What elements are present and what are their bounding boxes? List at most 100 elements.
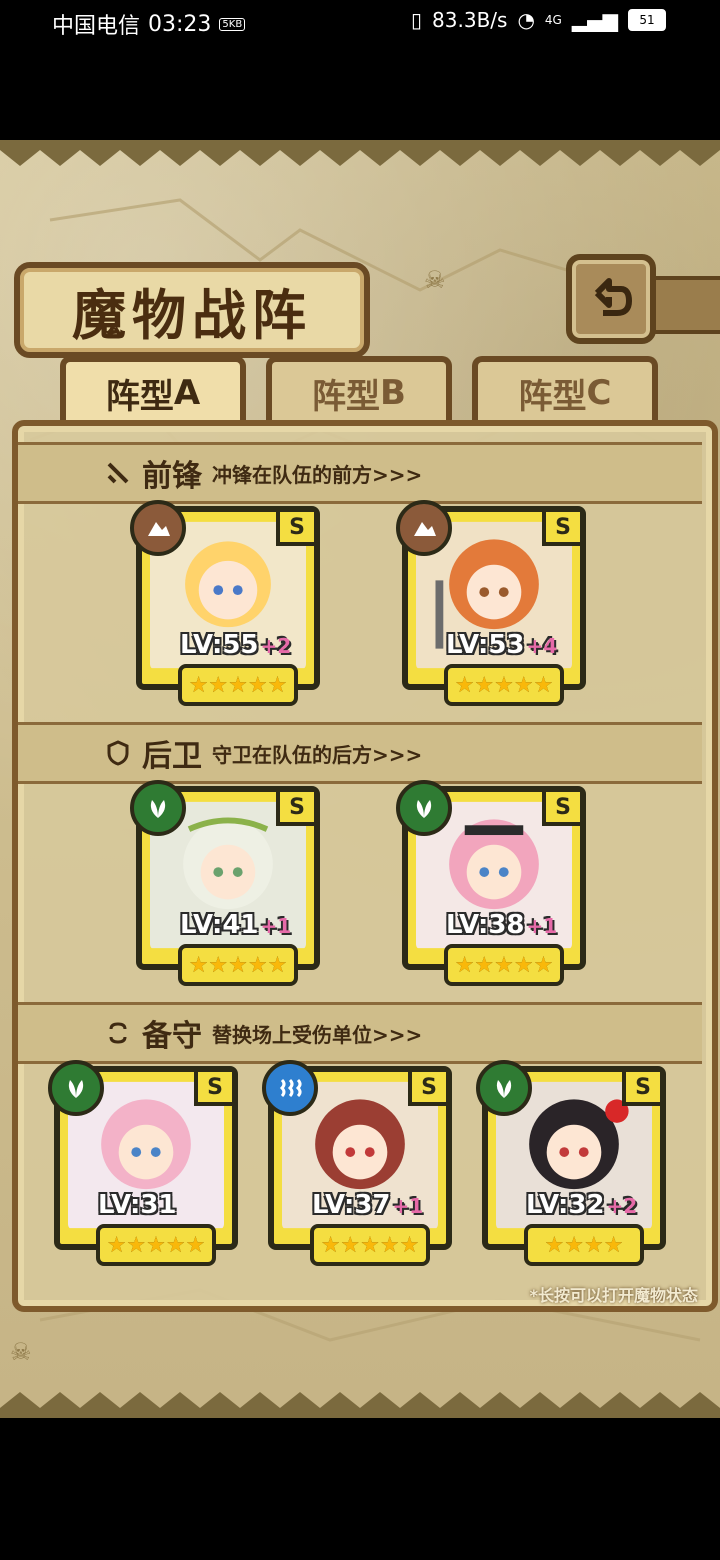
stars-value: ★★★★★ bbox=[188, 672, 288, 698]
svg-text:☠: ☠ bbox=[424, 266, 446, 294]
star-rating: ★★★★★ bbox=[178, 664, 298, 706]
rank-badge: S bbox=[276, 792, 314, 826]
monster-card-reserve-1[interactable]: S LV:31 ★★★★★ bbox=[48, 1060, 238, 1266]
star-rating: ★★★★★ bbox=[444, 664, 564, 706]
stars-value: ★★★★★ bbox=[454, 672, 554, 698]
tab-letter: A bbox=[173, 373, 201, 413]
stars-value: ★★★★★ bbox=[188, 952, 288, 978]
rank-badge: S bbox=[542, 792, 580, 826]
section-desc-back: 守卫在队伍的后方>>> bbox=[212, 742, 423, 767]
tab-letter: B bbox=[380, 373, 406, 413]
section-header-front: 前锋 冲锋在队伍的前方>>> bbox=[18, 442, 702, 504]
net-speed-text: 83.3B/s bbox=[432, 8, 508, 32]
status-left: 中国电信 03:23 5KB bbox=[52, 8, 246, 40]
zigzag-top bbox=[0, 140, 720, 166]
stars-value: ★★★★★ bbox=[454, 952, 554, 978]
long-press-hint: *长按可以打开魔物状态 bbox=[529, 1286, 698, 1305]
section-title-back: 后卫 bbox=[142, 739, 202, 774]
level-value: LV:38 bbox=[446, 910, 525, 940]
section-desc-reserve: 替换场上受伤单位>>> bbox=[212, 1022, 423, 1047]
level-label: LV:41 +1 bbox=[180, 910, 291, 940]
tab-formation-c[interactable]: 阵型 C bbox=[472, 356, 658, 424]
speed-unit-badge: 5KB bbox=[219, 17, 246, 31]
signal-icon: ▂▄▆ bbox=[571, 8, 618, 32]
clock-text: 03:23 bbox=[148, 11, 212, 37]
monster-card-front-2[interactable]: S LV:53 +4 ★★★★★ bbox=[396, 500, 586, 706]
tab-label: 阵型 bbox=[312, 376, 381, 417]
level-plus: +1 bbox=[526, 914, 558, 938]
game-screen: ☠ ☠ 魔物战阵 阵型 A 阵型 B 阵型 C 前锋 冲锋在队伍的前方>>> 后… bbox=[0, 140, 720, 1418]
monster-card-front-1[interactable]: S LV:55 +2 ★★★★★ bbox=[130, 500, 320, 706]
star-rating: ★★★★★ bbox=[444, 944, 564, 986]
level-value: LV:53 bbox=[446, 630, 525, 660]
swap-icon bbox=[104, 1019, 132, 1047]
level-value: LV:32 bbox=[526, 1190, 605, 1220]
monster-card-back-2[interactable]: S LV:38 +1 ★★★★★ bbox=[396, 780, 586, 986]
rank-badge: S bbox=[408, 1072, 446, 1106]
section-header-reserve: 备守 替换场上受伤单位>>> bbox=[18, 1002, 702, 1064]
star-rating: ★★★★★ bbox=[178, 944, 298, 986]
tab-letter: C bbox=[586, 373, 612, 413]
sword-icon bbox=[104, 459, 132, 487]
wood-element-icon bbox=[476, 1060, 532, 1116]
rank-badge: S bbox=[194, 1072, 232, 1106]
level-label: LV:38 +1 bbox=[446, 910, 557, 940]
level-value: LV:31 bbox=[98, 1190, 177, 1220]
level-plus: +1 bbox=[260, 914, 292, 938]
wood-element-icon bbox=[48, 1060, 104, 1116]
stars-value: ★★★★ bbox=[544, 1232, 624, 1258]
section-title-front: 前锋 bbox=[142, 459, 202, 494]
level-plus: +2 bbox=[606, 1194, 638, 1218]
star-rating: ★★★★★ bbox=[310, 1224, 430, 1266]
monster-card-reserve-2[interactable]: S LV:37 +1 ★★★★★ bbox=[262, 1060, 452, 1266]
stars-value: ★★★★★ bbox=[106, 1232, 206, 1258]
svg-text:☠: ☠ bbox=[10, 1338, 32, 1366]
level-label: LV:55 +2 bbox=[180, 630, 291, 660]
tab-formation-b[interactable]: 阵型 B bbox=[266, 356, 452, 424]
level-value: LV:41 bbox=[180, 910, 259, 940]
earth-element-icon bbox=[396, 500, 452, 556]
section-desc-front: 冲锋在队伍的前方>>> bbox=[212, 462, 423, 487]
rank-badge: S bbox=[276, 512, 314, 546]
carrier-text: 中国电信 bbox=[52, 14, 141, 39]
rank-badge: S bbox=[622, 1072, 660, 1106]
wood-element-icon bbox=[130, 780, 186, 836]
stars-value: ★★★★★ bbox=[320, 1232, 420, 1258]
water-element-icon bbox=[262, 1060, 318, 1116]
star-rating: ★★★★★ bbox=[96, 1224, 216, 1266]
level-label: LV:37 +1 bbox=[312, 1190, 423, 1220]
network-type-text: 4G bbox=[544, 13, 562, 27]
page-title: 魔物战阵 bbox=[72, 282, 312, 347]
section-header-back: 后卫 守卫在队伍的后方>>> bbox=[18, 722, 702, 784]
battery-level: 51 bbox=[639, 13, 655, 27]
level-plus: +4 bbox=[526, 634, 558, 658]
section-title-reserve: 备守 bbox=[142, 1019, 202, 1054]
level-label: LV:31 bbox=[98, 1190, 179, 1220]
tab-formation-a[interactable]: 阵型 A bbox=[60, 356, 246, 424]
level-plus: +1 bbox=[392, 1194, 424, 1218]
shield-icon bbox=[104, 739, 132, 767]
monster-card-reserve-3[interactable]: S LV:32 +2 ★★★★ bbox=[476, 1060, 666, 1266]
level-plus: +2 bbox=[260, 634, 292, 658]
rank-badge: S bbox=[542, 512, 580, 546]
tab-label: 阵型 bbox=[105, 376, 174, 417]
zigzag-bottom bbox=[0, 1392, 720, 1418]
level-value: LV:55 bbox=[180, 630, 259, 660]
star-rating: ★★★★ bbox=[524, 1224, 644, 1266]
vibrate-icon: ▯ bbox=[411, 8, 423, 32]
wifi-icon: ◔ bbox=[517, 8, 535, 32]
battery-icon: 51 bbox=[628, 9, 666, 31]
level-value: LV:37 bbox=[312, 1190, 391, 1220]
status-bar: 中国电信 03:23 5KB ▯ 83.3B/s ◔ 4G ▂▄▆ 51 bbox=[0, 0, 720, 44]
earth-element-icon bbox=[130, 500, 186, 556]
status-right: ▯ 83.3B/s ◔ 4G ▂▄▆ 51 bbox=[411, 8, 666, 32]
wood-element-icon bbox=[396, 780, 452, 836]
tab-label: 阵型 bbox=[518, 376, 587, 417]
formation-tabs: 阵型 A 阵型 B 阵型 C bbox=[60, 356, 660, 424]
back-arrow-icon bbox=[594, 278, 632, 316]
page-title-plate: 魔物战阵 bbox=[14, 262, 370, 358]
monster-card-back-1[interactable]: S LV:41 +1 ★★★★★ bbox=[130, 780, 320, 986]
level-label: LV:32 +2 bbox=[526, 1190, 637, 1220]
back-button[interactable] bbox=[566, 254, 656, 344]
level-label: LV:53 +4 bbox=[446, 630, 557, 660]
